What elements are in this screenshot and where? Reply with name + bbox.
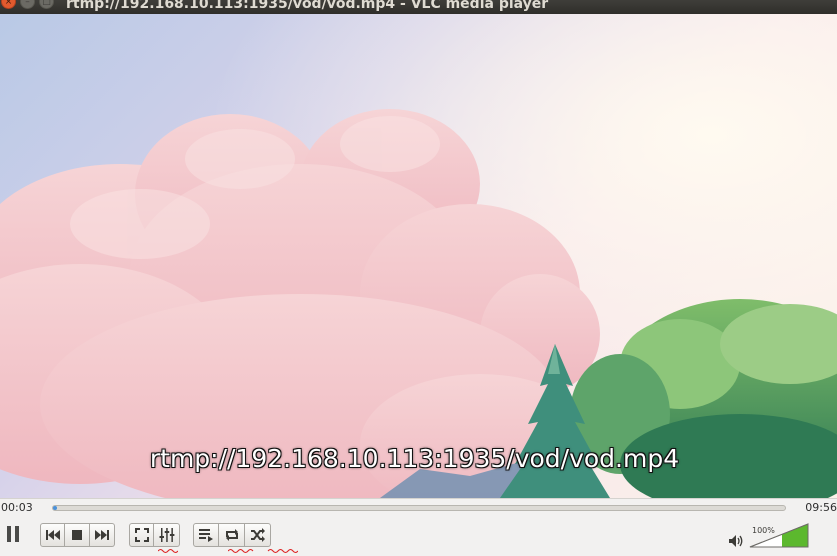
maximize-icon: □: [42, 0, 51, 7]
spellcheck-underline-decoration: [228, 549, 298, 553]
minimize-icon: –: [25, 0, 30, 7]
playlist-button[interactable]: [193, 523, 219, 547]
close-icon: ×: [4, 0, 13, 7]
title-bar[interactable]: × – □ rtmp://192.168.10.113:1935/vod/vod…: [0, 0, 837, 14]
volume-slider[interactable]: [749, 523, 809, 548]
equalizer-icon: [159, 528, 174, 542]
loop-icon: [225, 529, 238, 541]
spellcheck-underline-decoration: [158, 549, 178, 553]
extended-settings-button[interactable]: [154, 523, 180, 547]
seek-bar[interactable]: [52, 505, 786, 511]
next-button[interactable]: [90, 523, 115, 547]
control-bar: 00:03 09:56 100%: [0, 498, 837, 556]
video-frame-image: [0, 14, 837, 498]
skip-previous-icon: [45, 530, 60, 540]
skip-next-icon: [95, 530, 109, 540]
playlist-icon: [199, 529, 213, 542]
elapsed-time[interactable]: 00:03: [1, 501, 33, 514]
video-display[interactable]: rtmp://192.168.10.113:1935/vod/vod.mp4: [0, 14, 837, 498]
minimize-button[interactable]: –: [20, 0, 35, 9]
seek-progress: [53, 506, 57, 510]
maximize-button[interactable]: □: [39, 0, 54, 9]
subtitle-text: rtmp://192.168.10.113:1935/vod/vod.mp4: [149, 444, 680, 473]
vlc-window: × – □ rtmp://192.168.10.113:1935/vod/vod…: [0, 0, 837, 556]
speaker-icon[interactable]: [728, 534, 744, 548]
window-title: rtmp://192.168.10.113:1935/vod/vod.mp4 -…: [66, 0, 549, 12]
stop-icon: [72, 530, 82, 540]
pause-button[interactable]: [0, 521, 26, 547]
shuffle-icon: [250, 528, 265, 542]
fullscreen-button[interactable]: [129, 523, 154, 547]
previous-button[interactable]: [40, 523, 65, 547]
fullscreen-icon: [134, 528, 149, 542]
loop-button[interactable]: [219, 523, 245, 547]
shuffle-button[interactable]: [245, 523, 271, 547]
total-time[interactable]: 09:56: [805, 501, 837, 514]
stop-button[interactable]: [65, 523, 90, 547]
close-button[interactable]: ×: [1, 0, 16, 9]
pause-icon: [7, 526, 19, 542]
